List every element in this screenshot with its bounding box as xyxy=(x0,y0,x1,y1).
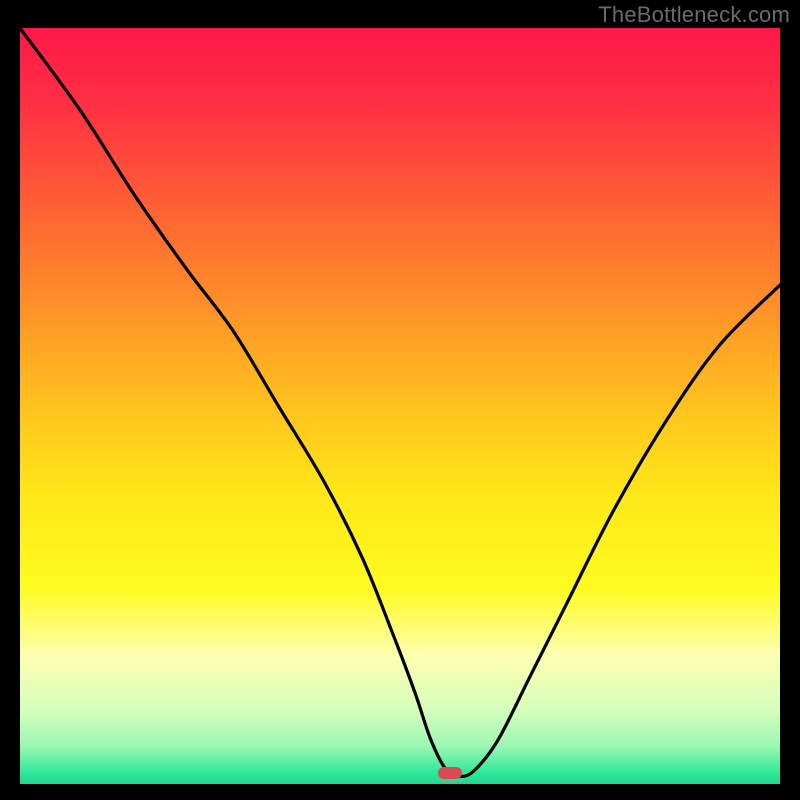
plot-area xyxy=(20,28,780,784)
optimal-marker xyxy=(438,767,462,779)
watermark-text: TheBottleneck.com xyxy=(598,2,790,28)
bottleneck-curve xyxy=(20,28,780,784)
chart-frame: TheBottleneck.com xyxy=(0,0,800,800)
